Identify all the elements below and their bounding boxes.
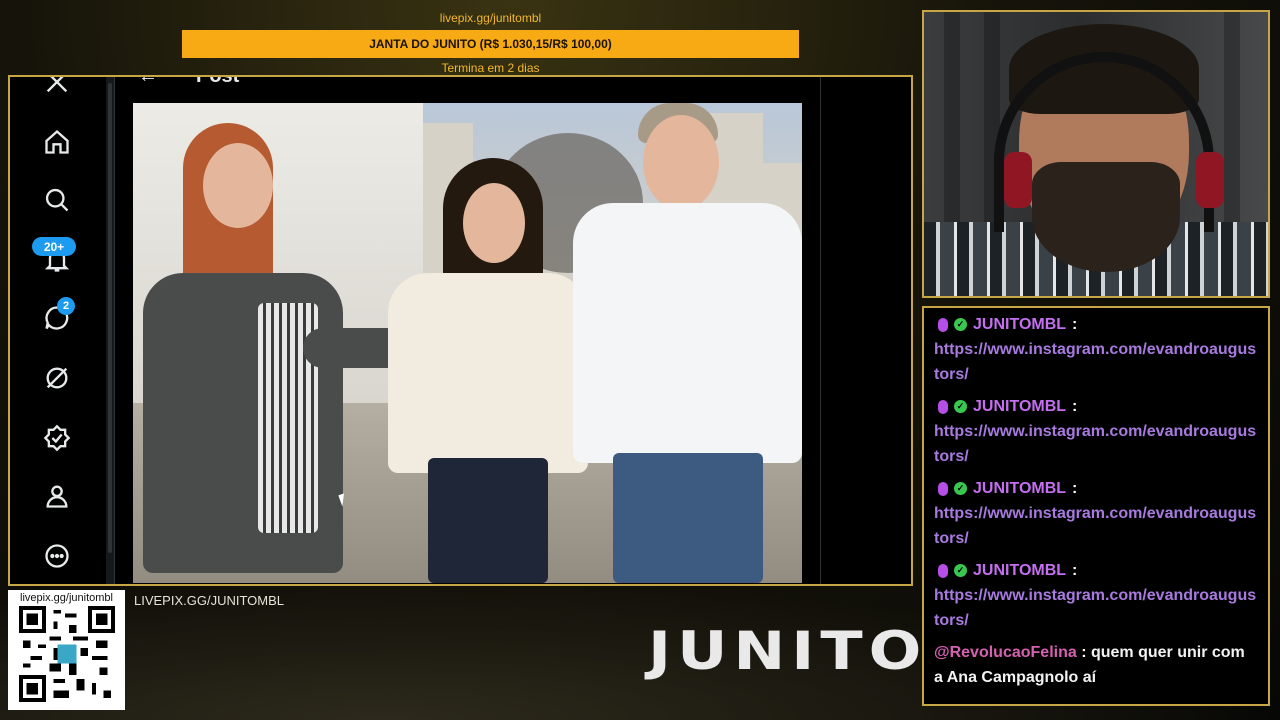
screen-capture: 20+ 2 ← Post: [8, 75, 913, 586]
chat-link[interactable]: https://www.instagram.com/evandroaugusto…: [934, 419, 1258, 469]
livepix-url-text: LIVEPIX.GG/JUNITOMBL: [134, 593, 285, 608]
more-icon[interactable]: [42, 541, 72, 571]
chat-message: ✓ JUNITOMBL: https://www.instagram.com/e…: [934, 476, 1258, 551]
goal-link: livepix.gg/junitombl: [439, 11, 542, 25]
goal-deadline: Termina em 2 dias: [441, 61, 540, 75]
chat-panel: ✓ JUNITOMBL: https://www.instagram.com/e…: [922, 306, 1270, 706]
messages-badge: 2: [57, 297, 75, 315]
chat-message: @RevolucaoFelina : quem quer unir com a …: [934, 644, 1245, 686]
mic-badge-icon: [938, 481, 948, 496]
chat-link[interactable]: https://www.instagram.com/evandroaugusto…: [934, 337, 1258, 387]
goal-bar-text: JANTA DO JUNITO (R$ 1.030,15/R$ 100,00): [369, 37, 612, 51]
notification-badge: 20+: [32, 237, 76, 256]
grok-icon[interactable]: [42, 363, 72, 393]
video-person-left: [143, 123, 473, 583]
chat-username[interactable]: @RevolucaoFelina: [934, 644, 1077, 661]
verified-badge-icon: ✓: [954, 318, 967, 331]
x-logo-icon[interactable]: [42, 77, 72, 97]
headset-ear-right: [1196, 152, 1224, 208]
chat-link[interactable]: https://www.instagram.com/evandroaugusto…: [934, 501, 1258, 551]
chat-username[interactable]: JUNITOMBL: [973, 394, 1066, 419]
chat-username[interactable]: JUNITOMBL: [973, 476, 1066, 501]
webcam-feed: [922, 10, 1270, 298]
x-sidebar: 20+ 2: [10, 77, 106, 584]
qr-code-panel: livepix.gg/junitombl: [8, 590, 125, 710]
mic-badge-icon: [938, 399, 948, 414]
chat-link[interactable]: https://www.instagram.com/evandroaugusto…: [934, 583, 1258, 633]
mic-badge-icon: [938, 563, 948, 578]
video-person-right: [573, 103, 802, 583]
channel-logo: JUNITO: [648, 619, 928, 682]
verified-badge-icon: ✓: [954, 400, 967, 413]
headset-ear-left: [1004, 152, 1032, 208]
verified-badge-icon: ✓: [954, 564, 967, 577]
profile-icon[interactable]: [42, 481, 72, 511]
post-video[interactable]: [133, 103, 802, 583]
home-icon[interactable]: [42, 127, 72, 157]
chat-message: ✓ JUNITOMBL: https://www.instagram.com/e…: [934, 558, 1258, 633]
goal-progress-bar: JANTA DO JUNITO (R$ 1.030,15/R$ 100,00): [182, 30, 799, 58]
chat-username[interactable]: JUNITOMBL: [973, 558, 1066, 583]
search-icon[interactable]: [42, 185, 72, 215]
post-header-title: Post: [196, 75, 240, 87]
chat-message: ✓ JUNITOMBL: https://www.instagram.com/e…: [934, 394, 1258, 469]
chat-username[interactable]: JUNITOMBL: [973, 312, 1066, 337]
chat-message: ✓ JUNITOMBL: https://www.instagram.com/e…: [934, 312, 1258, 387]
qr-code-image: [18, 606, 115, 702]
verified-badge-icon: ✓: [954, 482, 967, 495]
video-person-center: [388, 158, 588, 583]
back-arrow-icon[interactable]: ←: [138, 77, 158, 88]
verified-icon[interactable]: [42, 423, 72, 453]
scroll-thumb[interactable]: [108, 83, 112, 553]
qr-label: livepix.gg/junitombl: [20, 592, 113, 604]
mic-badge-icon: [938, 317, 948, 332]
